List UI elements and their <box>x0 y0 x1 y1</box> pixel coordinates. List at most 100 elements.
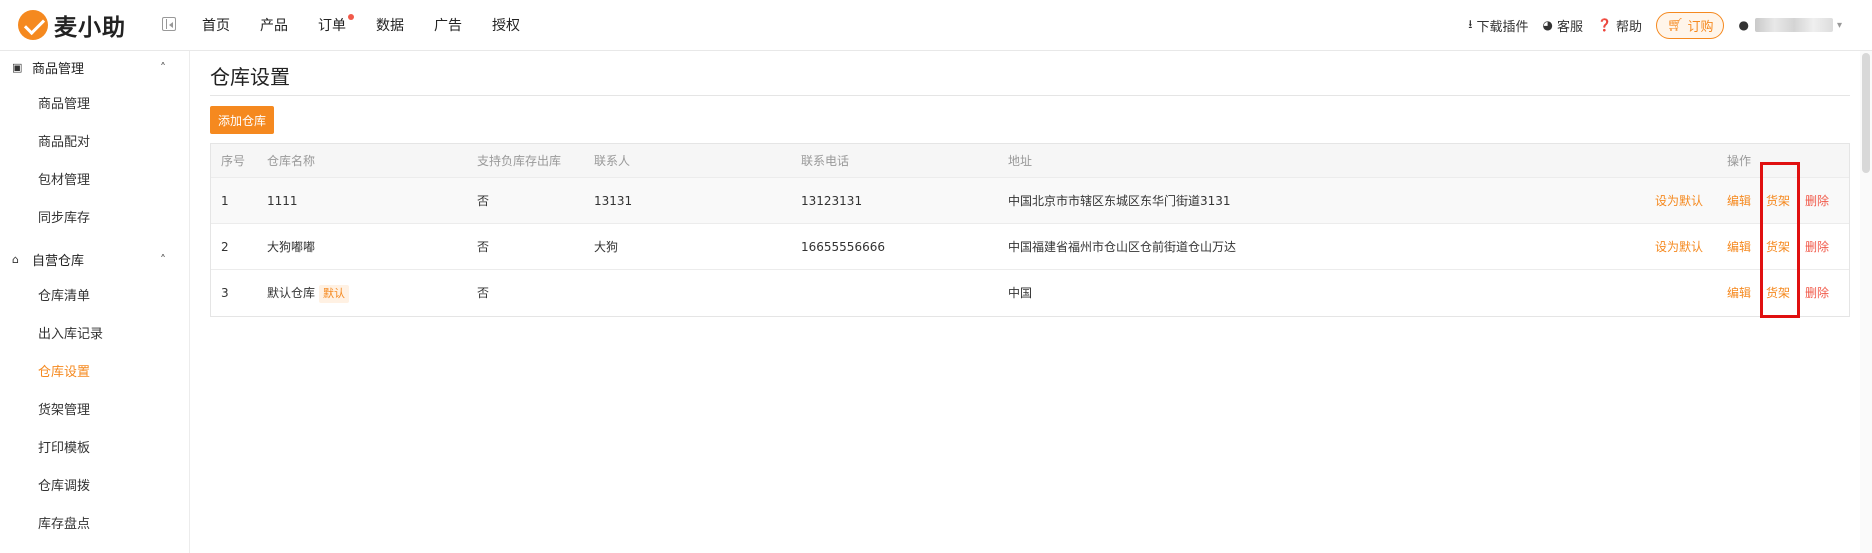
nav-item-orders[interactable]: 订单 <box>318 14 354 35</box>
sidebar-item-label: 商品管理 <box>38 96 91 112</box>
sidebar-item-packaging[interactable]: 包材管理 <box>0 159 189 197</box>
header-index: 序号 <box>221 154 246 168</box>
edit-link[interactable]: 编辑 <box>1727 224 1751 270</box>
cell-contact: 大狗 <box>594 240 619 254</box>
sidebar-item-warehouse-settings[interactable]: 仓库设置 <box>0 351 189 389</box>
headset-icon: ◕ <box>1542 18 1553 32</box>
edit-link[interactable]: 编辑 <box>1727 178 1751 224</box>
table-row: 3 默认仓库 默认 否 中国 编辑 货架 删除 <box>211 270 1849 316</box>
sidebar-item-stock-records[interactable]: 出入库记录 <box>0 313 189 351</box>
sidebar-group-products[interactable]: ▣ 商品管理 ˄ <box>0 51 189 83</box>
sidebar-item-transfer[interactable]: 仓库调拨 <box>0 465 189 503</box>
sidebar-item-label: 出入库记录 <box>38 326 104 342</box>
sidebar-item-warehouse-list[interactable]: 仓库清单 <box>0 275 189 313</box>
header-actions: 操作 <box>1727 154 1752 168</box>
set-default-link[interactable]: 设为默认 <box>1655 178 1703 224</box>
cell-index: 2 <box>221 240 229 254</box>
header-address: 地址 <box>1008 154 1033 168</box>
sidebar-item-label: 包材管理 <box>38 172 91 188</box>
delete-link[interactable]: 删除 <box>1805 270 1829 316</box>
cell-address: 中国 <box>1008 286 1033 300</box>
nav-item-ads[interactable]: 广告 <box>434 15 462 35</box>
download-label: 下载插件 <box>1476 19 1529 35</box>
logo-icon <box>18 10 48 40</box>
customer-service-link[interactable]: ◕ 客服 <box>1542 16 1583 35</box>
header-name: 仓库名称 <box>267 154 316 168</box>
home-icon: ⌂ <box>12 252 19 266</box>
nav-item-products[interactable]: 产品 <box>260 15 288 35</box>
product-icon: ▣ <box>12 60 23 74</box>
nav-label: 广告 <box>434 18 462 34</box>
sidebar-item-stocktake[interactable]: 库存盘点 <box>0 503 189 541</box>
top-right-actions: ⭳ 下载插件 ◕ 客服 ❓ 帮助 🛒︎ 订购 ● ▾ <box>1454 0 1842 50</box>
title-divider <box>210 95 1850 96</box>
sidebar-group-warehouse[interactable]: ⌂ 自营仓库 ˄ <box>0 243 189 275</box>
help-icon: ❓ <box>1596 18 1612 32</box>
header-contact: 联系人 <box>594 154 631 168</box>
nav-label: 数据 <box>376 18 404 34</box>
user-menu[interactable]: ● ▾ <box>1738 18 1842 32</box>
set-default-link[interactable]: 设为默认 <box>1655 224 1703 270</box>
sidebar-item-shelf-manage[interactable]: 货架管理 <box>0 389 189 427</box>
warehouse-table: 序号 仓库名称 支持负库存出库 联系人 联系电话 地址 操作 1 1111 否 … <box>210 143 1850 317</box>
header-negative-stock: 支持负库存出库 <box>477 154 562 168</box>
delete-link[interactable]: 删除 <box>1805 224 1829 270</box>
highlight-annotation-box <box>1760 162 1800 318</box>
sidebar-item-label: 商品配对 <box>38 134 91 150</box>
nav-item-home[interactable]: 首页 <box>202 15 230 35</box>
sidebar-item-label: 仓库清单 <box>38 288 91 304</box>
default-badge: 默认 <box>319 285 350 303</box>
add-warehouse-button[interactable]: 添加仓库 <box>210 106 275 134</box>
sidebar-item-label: 同步库存 <box>38 210 91 226</box>
help-label: 帮助 <box>1615 19 1642 35</box>
page-title: 仓库设置 <box>210 65 290 89</box>
download-icon: ⭳ <box>1468 16 1473 31</box>
sidebar-item-label: 仓库设置 <box>38 364 91 380</box>
nav-label: 订单 <box>318 18 346 34</box>
user-name-redacted <box>1754 18 1833 32</box>
scrollbar-thumb[interactable] <box>1862 53 1870 173</box>
cell-name: 1111 <box>267 194 298 208</box>
nav-item-auth[interactable]: 授权 <box>492 15 520 35</box>
chevron-up-icon: ˄ <box>160 253 166 267</box>
user-icon: ● <box>1738 18 1749 32</box>
nav-label: 授权 <box>492 18 520 34</box>
edit-link[interactable]: 编辑 <box>1727 270 1751 316</box>
chevron-up-icon: ˄ <box>160 61 166 75</box>
sidebar-item-label: 打印模板 <box>38 440 91 456</box>
cell-negative-stock: 否 <box>477 240 490 254</box>
logo[interactable]: 麦小助 <box>18 10 126 41</box>
cell-phone: 13123131 <box>801 194 863 208</box>
notification-dot <box>348 14 354 20</box>
nav-label: 首页 <box>202 18 230 34</box>
nav-item-data[interactable]: 数据 <box>376 15 404 35</box>
page-scrollbar[interactable] <box>1860 51 1872 553</box>
logo-text: 麦小助 <box>54 15 126 41</box>
table-row: 2 大狗嘟嘟 否 大狗 16655556666 中国福建省福州市仓山区仓前街道仓… <box>211 224 1849 270</box>
sidebar-collapse-icon[interactable] <box>162 17 176 31</box>
main-nav: 首页 产品 订单 数据 广告 授权 <box>190 0 550 50</box>
cell-index: 1 <box>221 194 229 208</box>
sidebar-item-label: 仓库调拨 <box>38 478 91 494</box>
order-label: 订购 <box>1687 19 1714 35</box>
service-label: 客服 <box>1556 19 1583 35</box>
nav-label: 产品 <box>260 18 288 34</box>
cell-negative-stock: 否 <box>477 194 490 208</box>
sidebar-item-sync-stock[interactable]: 同步库存 <box>0 197 189 235</box>
cart-icon: 🛒︎ <box>1666 17 1684 33</box>
cell-address: 中国北京市市辖区东城区东华门街道3131 <box>1008 194 1231 208</box>
table-header: 序号 仓库名称 支持负库存出库 联系人 联系电话 地址 操作 <box>211 144 1849 178</box>
table-row: 1 1111 否 13131 13123131 中国北京市市辖区东城区东华门街道… <box>211 178 1849 224</box>
cell-contact: 13131 <box>594 194 633 208</box>
help-link[interactable]: ❓ 帮助 <box>1597 16 1642 35</box>
top-bar: 麦小助 首页 产品 订单 数据 广告 授权 ⭳ 下载插件 ◕ 客服 ❓ 帮助 🛒… <box>0 0 1872 51</box>
main-content: 仓库设置 添加仓库 序号 仓库名称 支持负库存出库 联系人 联系电话 地址 操作… <box>190 51 1872 553</box>
sidebar-item-print-template[interactable]: 打印模板 <box>0 427 189 465</box>
warehouse-name: 默认仓库 <box>267 286 316 300</box>
delete-link[interactable]: 删除 <box>1805 178 1829 224</box>
download-plugin-link[interactable]: ⭳ 下载插件 <box>1468 15 1528 36</box>
sidebar-group-label: 商品管理 <box>32 61 85 77</box>
sidebar-item-product-pairing[interactable]: 商品配对 <box>0 121 189 159</box>
sidebar-item-product-manage[interactable]: 商品管理 <box>0 83 189 121</box>
order-button[interactable]: 🛒︎ 订购 <box>1655 11 1725 39</box>
